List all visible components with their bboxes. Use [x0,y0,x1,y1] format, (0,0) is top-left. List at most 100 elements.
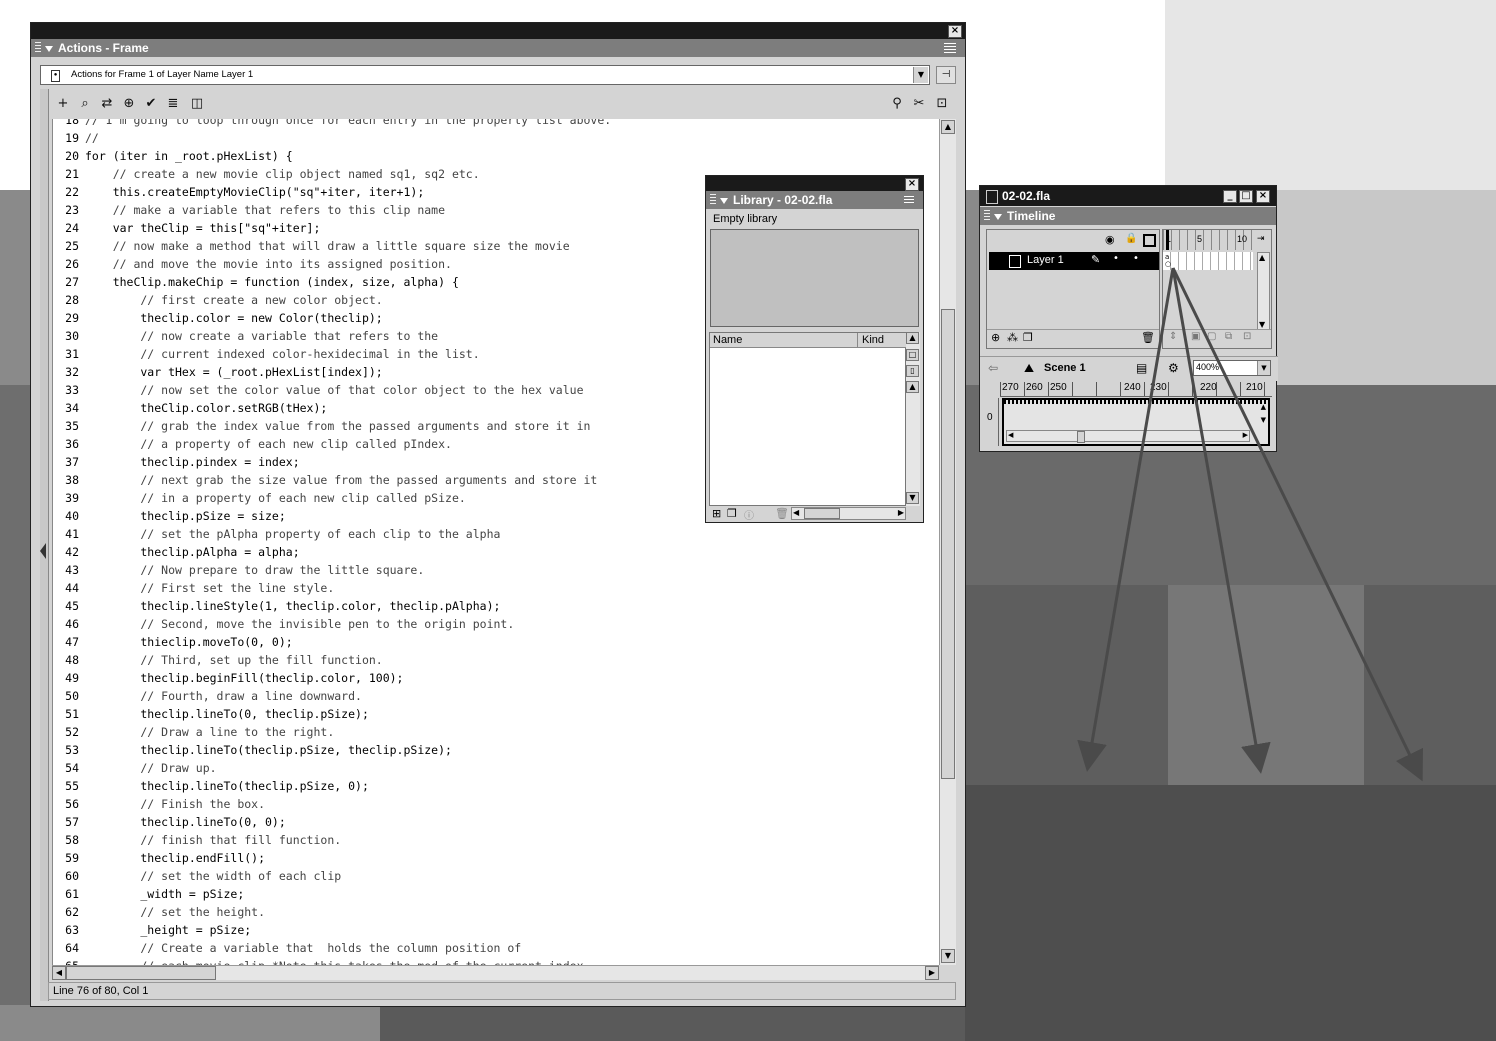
maximize-icon[interactable]: □ [1239,190,1253,203]
stage-scroll-left-icon[interactable]: ◀ [1008,431,1013,439]
library-hscroll[interactable]: ◀ ▶ [791,507,906,520]
playhead-marker[interactable] [1166,230,1169,250]
onion-outline-icon[interactable]: ▢ [1207,331,1216,342]
new-symbol-icon[interactable]: ⊞ [712,507,721,520]
frame-grid[interactable]: 1 5 10 ⇥ a○ ▲ ▼ ⇕ ▣ ▢ ⧉ ⊡ [1162,229,1272,349]
code-line[interactable]: 51 theclip.lineTo(0, theclip.pSize); [53,705,938,723]
edit-symbols-icon[interactable]: ⚙ [1168,361,1179,375]
scroll-down-icon[interactable]: ▼ [941,949,955,963]
code-line[interactable]: 19 // [53,129,938,147]
view-options-icon[interactable]: ⊡ [934,96,950,112]
pencil-icon[interactable]: ✎ [1091,253,1100,266]
grip-icon[interactable] [35,42,41,54]
wide-view-icon[interactable]: □ [906,349,919,361]
h-scroll-thumb[interactable] [66,966,216,980]
back-arrow-icon[interactable]: ⇦ [988,361,998,375]
edit-scene-icon[interactable]: ▤ [1136,361,1147,375]
code-line[interactable]: 41 // set the pAlpha property of each cl… [53,525,938,543]
zoom-dropdown-icon[interactable]: ▼ [1257,361,1270,375]
lock-icon[interactable]: 🔒 [1125,233,1137,244]
edit-multiple-icon[interactable]: ⧉ [1225,331,1232,342]
code-line[interactable]: 44 // First set the line style. [53,579,938,597]
show-hide-eye-icon[interactable]: ◉ [1105,233,1115,246]
code-line[interactable]: 52 // Draw a line to the right. [53,723,938,741]
code-line[interactable]: 50 // Fourth, draw a line downward. [53,687,938,705]
modify-markers-icon[interactable]: ⊡ [1243,331,1251,342]
code-line[interactable]: 64 // Create a variable that holds the c… [53,939,938,957]
library-scroll-down-icon[interactable]: ▼ [906,492,919,504]
code-line[interactable]: 61 _width = pSize; [53,885,938,903]
reference-icon[interactable]: ✂ [911,96,927,112]
outline-icon[interactable] [1143,234,1156,247]
scroll-right-icon[interactable]: ▶ [925,966,939,980]
script-vertical-scrollbar[interactable]: ▲ ▼ [939,119,956,965]
stage-scroll-up-icon[interactable]: ▲ [1261,403,1266,411]
check-syntax-icon[interactable]: ✔ [143,96,159,112]
document-close-icon[interactable]: × [1256,190,1270,203]
close-icon[interactable]: × [948,25,962,38]
dropdown-arrow-icon[interactable]: ▼ [913,67,928,83]
add-guide-layer-icon[interactable]: ⁂ [1007,331,1018,344]
target-selector[interactable]: ● Actions for Frame 1 of Layer Name Laye… [40,65,930,85]
library-scroll-up2-icon[interactable]: ▲ [906,381,919,393]
timeline-grip-icon[interactable] [984,210,990,222]
code-line[interactable]: 62 // set the height. [53,903,938,921]
code-line[interactable]: 55 theclip.lineTo(theclip.pSize, 0); [53,777,938,795]
code-line[interactable]: 58 // finish that fill function. [53,831,938,849]
options-menu-icon[interactable] [944,43,956,53]
code-line[interactable]: 53 theclip.lineTo(theclip.pSize, theclip… [53,741,938,759]
code-line[interactable]: 20 for (iter in _root.pHexList) { [53,147,938,165]
pin-script-icon[interactable]: ⊣ [936,66,956,84]
library-titlebar[interactable] [706,176,923,191]
layer-visible-dot[interactable]: • [1113,253,1119,264]
narrow-view-icon[interactable]: ▯ [906,365,919,377]
stage-canvas[interactable]: ▲ ▼ ◀ ▶ [1002,398,1270,446]
onion-skin-icon[interactable]: ▣ [1191,331,1200,342]
delete-layer-icon[interactable]: 🗑 [1141,331,1155,344]
delete-icon[interactable]: 🗑 [775,507,789,520]
insert-target-path-icon[interactable]: ⊕ [121,96,137,112]
library-scroll-left-icon[interactable]: ◀ [793,508,799,517]
code-line[interactable]: 47 thieclip.moveTo(0, 0); [53,633,938,651]
minimize-icon[interactable]: _ [1223,190,1237,203]
library-scroll-right-icon[interactable]: ▶ [898,508,904,517]
scroll-left-icon[interactable]: ◀ [52,966,66,980]
code-line[interactable]: 54 // Draw up. [53,759,938,777]
library-grip-icon[interactable] [710,194,716,206]
stage-hscroll[interactable]: ◀ ▶ [1006,430,1250,443]
code-line[interactable]: 49 theclip.beginFill(theclip.color, 100)… [53,669,938,687]
new-folder-icon[interactable]: ❐ [727,507,737,520]
stage-hscroll-thumb[interactable] [1077,431,1085,443]
collapse-triangle-icon[interactable] [45,45,53,52]
timeline-collapse-icon[interactable] [994,213,1002,220]
frame-scroll-up-icon[interactable]: ▲ [1259,253,1265,262]
library-close-icon[interactable]: × [905,178,919,191]
zoom-select[interactable]: 400% ▼ [1193,360,1271,376]
timeline-header[interactable]: Timeline [980,207,1276,225]
layer-row-layer-1[interactable]: Layer 1 ✎ • • [989,252,1159,270]
library-list[interactable]: Name Kind [709,332,906,506]
library-menu-icon[interactable] [904,196,914,205]
add-statement-icon[interactable]: + [55,96,71,112]
stage-scroll-right-icon[interactable]: ▶ [1243,431,1248,439]
frame-view-options-icon[interactable]: ⇥ [1257,234,1265,244]
auto-format-icon[interactable]: ≣ [165,96,181,112]
splitter-arrow-icon[interactable] [40,543,46,559]
col-header-kind[interactable]: Kind [858,333,906,348]
library-scroll-up-icon[interactable]: ▲ [906,332,919,344]
library-collapse-icon[interactable] [720,197,728,204]
frame-vscroll[interactable]: ▲ ▼ [1257,252,1270,330]
replace-icon[interactable]: ⇄ [99,96,115,112]
scroll-thumb[interactable] [941,309,955,779]
frame-ruler[interactable]: 1 5 10 [1163,230,1255,250]
frame-cells[interactable]: a ○ [1163,252,1253,270]
debug-options-icon[interactable]: ⚲ [889,96,905,112]
library-hscroll-thumb[interactable] [804,508,840,519]
insert-layer-icon[interactable]: ⊕ [991,331,1000,344]
scroll-up-icon[interactable]: ▲ [941,120,955,134]
code-line[interactable]: 63 _height = pSize; [53,921,938,939]
code-line[interactable]: 56 // Finish the box. [53,795,938,813]
code-line[interactable]: 57 theclip.lineTo(0, 0); [53,813,938,831]
frame-scroll-down-icon[interactable]: ▼ [1259,320,1265,329]
code-line[interactable]: 60 // set the width of each clip [53,867,938,885]
